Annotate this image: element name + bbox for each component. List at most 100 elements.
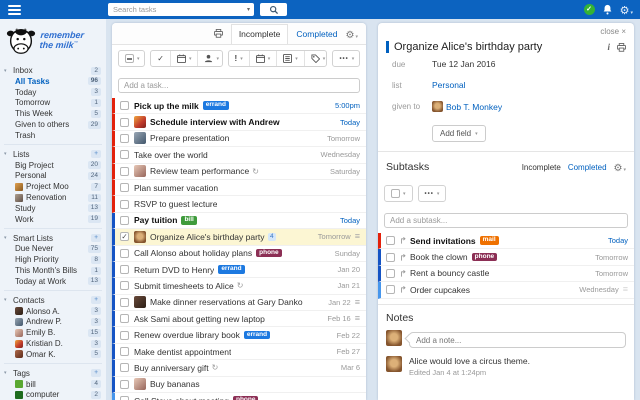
task-row[interactable]: Make dentist appointmentFeb 27 xyxy=(112,344,366,360)
task-row[interactable]: Review team performance↻Saturday xyxy=(112,164,366,180)
print-icon[interactable] xyxy=(617,43,626,52)
subtasks-tab-incomplete[interactable]: Incomplete xyxy=(522,163,561,172)
task-checkbox[interactable] xyxy=(120,183,129,192)
priority-button[interactable]: !▾ xyxy=(229,51,249,66)
sidebar-item-renovation[interactable]: Renovation11 xyxy=(0,192,106,203)
tag-pill[interactable]: mail xyxy=(480,236,499,245)
sidebar-item-bill[interactable]: bill4 xyxy=(0,379,106,390)
task-checkbox[interactable] xyxy=(120,216,129,225)
sidebar-item-big-project[interactable]: Big Project20 xyxy=(0,160,106,171)
sidebar-section-contacts[interactable]: ▾Contacts+ xyxy=(0,295,106,306)
subtasks-tab-completed[interactable]: Completed xyxy=(568,163,607,172)
add-icon[interactable]: + xyxy=(91,150,101,158)
task-row[interactable]: Buy anniversary gift↻Mar 6 xyxy=(112,360,366,376)
sidebar-section-lists[interactable]: ▾Lists+ xyxy=(0,149,106,160)
task-checkbox[interactable] xyxy=(120,249,129,258)
subtask-row[interactable]: Send invitationsmailToday xyxy=(378,233,634,249)
sidebar-item-personal[interactable]: Personal24 xyxy=(0,171,106,182)
more-button[interactable]: •••▾ xyxy=(419,186,446,201)
check-button[interactable]: ✓ xyxy=(151,51,170,66)
calendar-button[interactable]: ▾ xyxy=(170,51,198,66)
sidebar-item-work[interactable]: Work19 xyxy=(0,214,106,225)
sidebar-item-andrew-p-[interactable]: Andrew P.3 xyxy=(0,317,106,328)
checkbox-button[interactable]: ▾ xyxy=(385,186,412,201)
chevron-down-icon[interactable]: ▾ xyxy=(247,6,254,13)
sidebar-section-tags[interactable]: ▾Tags+ xyxy=(0,368,106,379)
print-icon[interactable] xyxy=(214,29,223,38)
sidebar-item-emily-b-[interactable]: Emily B.15 xyxy=(0,327,106,338)
sidebar-item-study[interactable]: Study13 xyxy=(0,203,106,214)
task-row[interactable]: Ask Sami about getting new laptopFeb 16≡ xyxy=(112,311,366,327)
more-button[interactable]: •••▾ xyxy=(333,51,360,66)
bell-icon[interactable] xyxy=(602,4,613,15)
sidebar-item-given-to-others[interactable]: Given to others29 xyxy=(0,119,106,130)
search-input[interactable] xyxy=(108,5,247,14)
sidebar-section-smart-lists[interactable]: ▾Smart Lists+ xyxy=(0,233,106,244)
sidebar-item-due-never[interactable]: Due Never75 xyxy=(0,244,106,255)
sidebar-item-project-moo[interactable]: Project Moo7 xyxy=(0,181,106,192)
task-checkbox[interactable] xyxy=(120,101,129,110)
task-checkbox[interactable] xyxy=(120,380,129,389)
task-checkbox[interactable] xyxy=(120,396,129,400)
settings-gear-icon[interactable]: ⚙▾ xyxy=(620,1,633,19)
task-row[interactable]: Return DVD to HenryerrandJan 20 xyxy=(112,262,366,278)
info-icon[interactable]: i xyxy=(607,42,610,52)
sidebar-item-kristian-d-[interactable]: Kristian D.3 xyxy=(0,338,106,349)
task-checkbox[interactable] xyxy=(120,118,129,127)
task-checkbox[interactable] xyxy=(120,200,129,209)
sidebar-item-high-priority[interactable]: High Priority8 xyxy=(0,254,106,265)
task-checkbox[interactable] xyxy=(386,285,395,294)
tab-completed[interactable]: Completed xyxy=(296,29,337,39)
task-row[interactable]: Pay tuitionbillToday xyxy=(112,213,366,229)
add-icon[interactable]: + xyxy=(91,234,101,242)
add-icon[interactable]: + xyxy=(91,296,101,304)
task-checkbox[interactable] xyxy=(120,331,129,340)
menu-icon[interactable] xyxy=(8,5,21,17)
task-row[interactable]: Prepare presentationTomorrow xyxy=(112,131,366,147)
task-checkbox[interactable] xyxy=(120,167,129,176)
tag-pill[interactable]: phone xyxy=(233,396,259,400)
task-checkbox[interactable] xyxy=(120,363,129,372)
task-checkbox[interactable] xyxy=(386,253,395,262)
sidebar-item-omar-k-[interactable]: Omar K.5 xyxy=(0,349,106,360)
sidebar-item-this-month-s-bills[interactable]: This Month's Bills1 xyxy=(0,265,106,276)
sidebar-item-this-week[interactable]: This Week5 xyxy=(0,108,106,119)
add-icon[interactable]: + xyxy=(91,369,101,377)
task-checkbox[interactable] xyxy=(120,298,129,307)
sidebar-item-all-tasks[interactable]: All Tasks96 xyxy=(0,76,106,87)
close-button[interactable]: close × xyxy=(600,27,626,36)
task-checkbox[interactable] xyxy=(386,269,395,278)
sidebar-item-computer[interactable]: computer2 xyxy=(0,390,106,400)
person-button[interactable]: ▾ xyxy=(197,51,222,66)
calendar-button[interactable]: ▾ xyxy=(249,51,277,66)
add-field-button[interactable]: Add field▾ xyxy=(432,125,486,142)
task-checkbox[interactable] xyxy=(120,347,129,356)
task-checkbox[interactable] xyxy=(120,134,129,143)
sidebar-section-inbox[interactable]: ▾Inbox2 xyxy=(0,65,106,76)
add-note-input[interactable] xyxy=(409,332,626,348)
subtasks-settings-gear-icon[interactable]: ⚙▾ xyxy=(614,158,626,176)
add-subtask-input[interactable] xyxy=(384,213,628,228)
task-row[interactable]: Renew overdue library bookerrandFeb 22 xyxy=(112,327,366,343)
sidebar-item-today[interactable]: Today3 xyxy=(0,87,106,98)
tag-pill[interactable]: phone xyxy=(472,253,498,262)
list-button[interactable]: ▾ xyxy=(276,51,304,66)
tab-incomplete[interactable]: Incomplete xyxy=(231,24,289,44)
tag-pill[interactable]: phone xyxy=(256,249,282,258)
tag-button[interactable]: ▾ xyxy=(304,51,328,66)
task-row[interactable]: Pick up the milkerrand5:00pm xyxy=(112,98,366,114)
task-row[interactable]: Submit timesheets to Alice↻Jan 21 xyxy=(112,278,366,294)
task-checkbox[interactable] xyxy=(120,281,129,290)
tag-pill[interactable]: errand xyxy=(203,101,229,110)
task-row[interactable]: Schedule interview with AndrewToday xyxy=(112,114,366,130)
sidebar-item-tomorrow[interactable]: Tomorrow1 xyxy=(0,98,106,109)
field-value[interactable]: Personal xyxy=(432,80,466,90)
task-row[interactable]: ✓Organize Alice's birthday party4Tomorro… xyxy=(112,229,366,245)
task-row[interactable]: RSVP to guest lecture xyxy=(112,196,366,212)
task-checkbox[interactable] xyxy=(120,150,129,159)
task-row[interactable]: Plan summer vacation xyxy=(112,180,366,196)
task-checkbox[interactable] xyxy=(120,314,129,323)
tag-pill[interactable]: errand xyxy=(244,331,270,340)
list-settings-gear-icon[interactable]: ⚙▾ xyxy=(346,25,358,43)
detail-title[interactable]: Organize Alice's birthday party xyxy=(394,41,600,53)
